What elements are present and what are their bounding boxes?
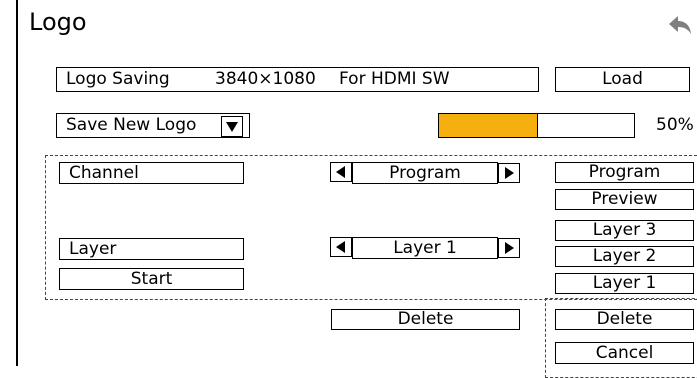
logo-target: For HDMI SW <box>339 69 450 89</box>
list-item-layer1[interactable]: Layer 1 <box>555 273 694 294</box>
logo-resolution: 3840×1080 <box>215 69 316 89</box>
save-select-value: Save New Logo <box>66 115 197 135</box>
channel-value: Program <box>352 162 498 184</box>
list-item-preview[interactable]: Preview <box>555 189 694 210</box>
progress-fill <box>439 114 538 137</box>
layer-next-arrow-icon[interactable] <box>498 238 520 258</box>
logo-name: Logo Saving <box>66 69 170 89</box>
layer-label-box: Layer <box>59 238 244 260</box>
back-arrow-icon[interactable] <box>666 14 692 38</box>
cancel-button[interactable]: Cancel <box>555 342 694 364</box>
list-item-layer2[interactable]: Layer 2 <box>555 246 694 267</box>
dropdown-arrow-icon[interactable] <box>221 116 243 137</box>
layer-value: Layer 1 <box>352 237 498 259</box>
progress-label: 50% <box>656 115 694 135</box>
list-item-layer3[interactable]: Layer 3 <box>555 220 694 241</box>
channel-prev-arrow-icon[interactable] <box>330 162 352 182</box>
channel-next-arrow-icon[interactable] <box>498 163 520 183</box>
start-button[interactable]: Start <box>59 268 244 290</box>
layer-prev-arrow-icon[interactable] <box>330 237 352 257</box>
list-delete-button[interactable]: Delete <box>555 309 694 330</box>
list-item-program[interactable]: Program <box>555 162 694 183</box>
page-title: Logo <box>29 8 87 36</box>
delete-button[interactable]: Delete <box>331 309 520 330</box>
load-button[interactable]: Load <box>555 67 690 92</box>
channel-label-box: Channel <box>59 162 244 184</box>
left-edge <box>16 0 18 366</box>
progress-bar <box>438 113 635 138</box>
